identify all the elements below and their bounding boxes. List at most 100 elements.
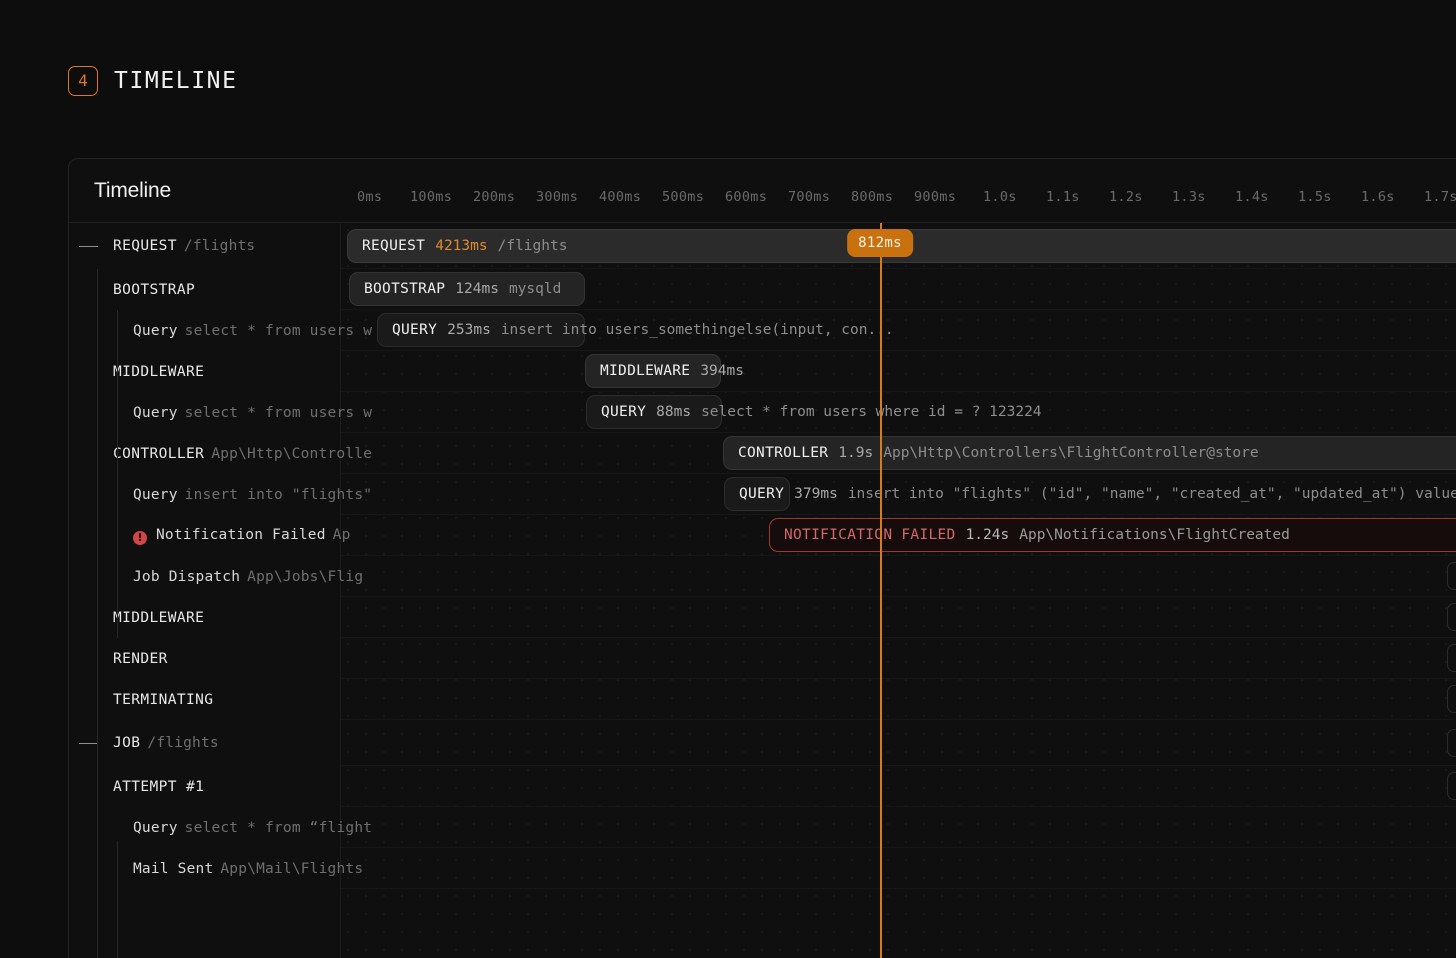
chart-row-job[interactable]: →: [341, 720, 1456, 766]
tree-row-label: REQUEST: [113, 238, 177, 254]
ruler-tick: 400ms: [599, 189, 642, 205]
chart-row-mail-sent[interactable]: [341, 848, 1456, 889]
tree-row-label: MIDDLEWARE: [113, 363, 205, 380]
tree-row-middleware-1[interactable]: MIDDLEWARE: [69, 351, 340, 392]
tree-indent-guide: [117, 392, 118, 474]
tree-row-label: Query: [133, 322, 178, 339]
timeline-title: Timeline: [94, 178, 171, 202]
bar-meta: select * from users where id = ? 123224: [701, 404, 1042, 420]
tree-row-content: JOB/flights: [113, 735, 219, 751]
playhead-time-badge[interactable]: 812ms: [847, 229, 913, 257]
chart-row-query-3[interactable]: QUERY 379ms insert into "flights" ("id", "…: [341, 474, 1456, 515]
tree-row-content: REQUEST/flights: [113, 238, 255, 254]
tree-row-render[interactable]: RENDER: [69, 638, 340, 679]
timeline-body: REQUEST/flights BOOTSTRAP Query select * fr…: [69, 223, 1456, 958]
bar-duration: 379ms: [794, 486, 838, 502]
bar-duration: 394ms: [700, 363, 744, 379]
ruler-tick: 600ms: [725, 189, 768, 205]
bar-duration: 88ms: [656, 404, 692, 420]
tree-row-label: Job Dispatch: [133, 568, 241, 585]
jump-to-row-arrow-icon[interactable]: →: [1447, 728, 1456, 757]
chart-row-query-2[interactable]: QUERY 88ms select * from users where id = …: [341, 392, 1456, 433]
ruler-tick: 500ms: [662, 189, 705, 205]
tree-row-query-3[interactable]: Query insert into "flights": [69, 474, 372, 515]
tree-row-request[interactable]: REQUEST/flights: [69, 223, 340, 269]
chart-row-job-dispatch[interactable]: →: [341, 556, 1456, 597]
timeline-bar-query-1[interactable]: QUERY 253ms insert into users_somethingels…: [377, 313, 894, 347]
tree-row-query-1[interactable]: Query select * from users w: [69, 310, 372, 351]
chart-row-middleware-2[interactable]: →: [341, 597, 1456, 638]
jump-to-row-arrow-icon[interactable]: →: [1447, 685, 1456, 713]
tree-row-query-4[interactable]: Query select * from “flight: [69, 807, 372, 848]
tree-row-content: ATTEMPT #1: [113, 779, 204, 795]
tree-row-content: MIDDLEWARE: [113, 364, 204, 380]
tree-row-content: TERMINATING: [113, 692, 213, 708]
tree-row-label: BOOTSTRAP: [113, 281, 196, 298]
jump-to-row-arrow-icon[interactable]: →: [1447, 562, 1456, 590]
collapse-dash-icon[interactable]: [79, 742, 98, 744]
ruler-tick: 800ms: [851, 189, 894, 205]
timeline-bar-query-2[interactable]: QUERY 88ms select * from users where id = …: [586, 395, 1042, 429]
tree-row-content: CONTROLLER App\Http\Controlle: [113, 446, 372, 462]
ruler-tick: 1.7s: [1424, 189, 1456, 205]
timeline-panel: Timeline 0ms 100ms 200ms 300ms 400ms 500ms 600…: [68, 158, 1456, 958]
tree-row-label: Query: [133, 486, 178, 503]
timeline-bar-bootstrap[interactable]: BOOTSTRAP 124ms mysqld: [349, 272, 585, 306]
tree-row-subtitle: Ap: [332, 526, 351, 543]
tree-row-label: CONTROLLER: [113, 445, 205, 462]
bar-duration: 124ms: [455, 281, 499, 297]
tree-row-mail-sent[interactable]: Mail Sent App\Mail\Flights: [69, 848, 363, 889]
tree-row-job[interactable]: JOB/flights: [69, 720, 340, 766]
timeline-ruler[interactable]: 0ms 100ms 200ms 300ms 400ms 500ms 600ms 700ms 80…: [341, 159, 1456, 222]
timeline-bar-middleware-1[interactable]: MIDDLEWARE 394ms: [585, 354, 744, 388]
ruler-tick: 0ms: [357, 189, 383, 205]
chart-row-controller[interactable]: CONTROLLER 1.9s App\Http\Controllers\Fligh…: [341, 433, 1456, 474]
tree-indent-guide: [117, 841, 118, 958]
tree-row-label: RENDER: [113, 650, 168, 667]
tree-row-attempt-1[interactable]: ATTEMPT #1: [69, 766, 340, 807]
tree-row-job-dispatch[interactable]: Job Dispatch App\Jobs\Flig: [69, 556, 363, 597]
tree-row-notification[interactable]: ! Notification Failed Ap: [69, 515, 350, 556]
chart-row-terminating[interactable]: →: [341, 679, 1456, 720]
chart-row-middleware-1[interactable]: MIDDLEWARE 394ms: [341, 351, 1456, 392]
chart-row-notification[interactable]: NOTIFICATION FAILED 1.24s App\Notification…: [341, 515, 1456, 556]
tree-row-label: Query: [133, 404, 178, 421]
bar-duration: 1.24s: [965, 527, 1010, 543]
tree-row-middleware-2[interactable]: MIDDLEWARE: [69, 597, 340, 638]
tree-row-query-2[interactable]: Query select * from users w: [69, 392, 372, 433]
timeline-tree-sidebar[interactable]: REQUEST/flights BOOTSTRAP Query select * fr…: [69, 223, 372, 958]
tree-row-label: Query: [133, 819, 178, 836]
bar-duration: 253ms: [447, 322, 491, 338]
ruler-tick: 1.5s: [1298, 189, 1332, 205]
chart-row-bootstrap[interactable]: BOOTSTRAP 124ms mysqld: [341, 269, 1456, 310]
tree-row-subtitle: select * from “flight: [184, 819, 373, 836]
chart-row-query-4[interactable]: [341, 807, 1456, 848]
timeline-chart-area[interactable]: REQUEST 4213ms/flights BOOTSTRAP 124ms mysql…: [341, 223, 1456, 958]
tree-row-bootstrap[interactable]: BOOTSTRAP: [69, 269, 340, 310]
tree-row-content: MIDDLEWARE: [113, 610, 204, 626]
bar-label: REQUEST: [362, 237, 426, 254]
bar-label: CONTROLLER: [738, 445, 829, 461]
ruler-tick: 200ms: [473, 189, 516, 205]
timeline-bar-notification[interactable]: NOTIFICATION FAILED 1.24s App\Notification…: [769, 518, 1456, 552]
tree-indent-guide: [97, 269, 98, 958]
chart-row-render[interactable]: →: [341, 638, 1456, 679]
bar-meta: insert into "flights" ("id", "name", "cr…: [847, 486, 1456, 502]
tree-row-controller[interactable]: CONTROLLER App\Http\Controlle: [69, 433, 372, 474]
chart-row-query-1[interactable]: QUERY 253ms insert into users_somethingels…: [341, 310, 1456, 351]
chart-row-attempt-1[interactable]: →: [341, 766, 1456, 807]
jump-to-row-arrow-icon[interactable]: →: [1447, 772, 1456, 800]
tree-row-content: RENDER: [113, 651, 168, 667]
bar-duration: 1.9s: [838, 445, 874, 461]
jump-to-row-arrow-icon[interactable]: →: [1447, 644, 1456, 672]
timeline-bar-query-3[interactable]: QUERY 379ms insert into "flights" ("id", "…: [724, 477, 1456, 511]
timeline-bar-controller[interactable]: CONTROLLER 1.9s App\Http\Controllers\Fligh…: [723, 436, 1456, 470]
timeline-panel-header: Timeline 0ms 100ms 200ms 300ms 400ms 500ms 600…: [69, 159, 1456, 223]
bar-label: QUERY: [739, 486, 785, 502]
bar-meta: mysqld: [508, 281, 562, 297]
jump-to-row-arrow-icon[interactable]: →: [1447, 603, 1456, 631]
collapse-dash-icon[interactable]: [79, 245, 98, 247]
tree-row-subtitle: App\Http\Controlle: [211, 445, 373, 462]
tree-row-subtitle: select * from users w: [184, 322, 373, 339]
tree-row-terminating[interactable]: TERMINATING: [69, 679, 340, 720]
